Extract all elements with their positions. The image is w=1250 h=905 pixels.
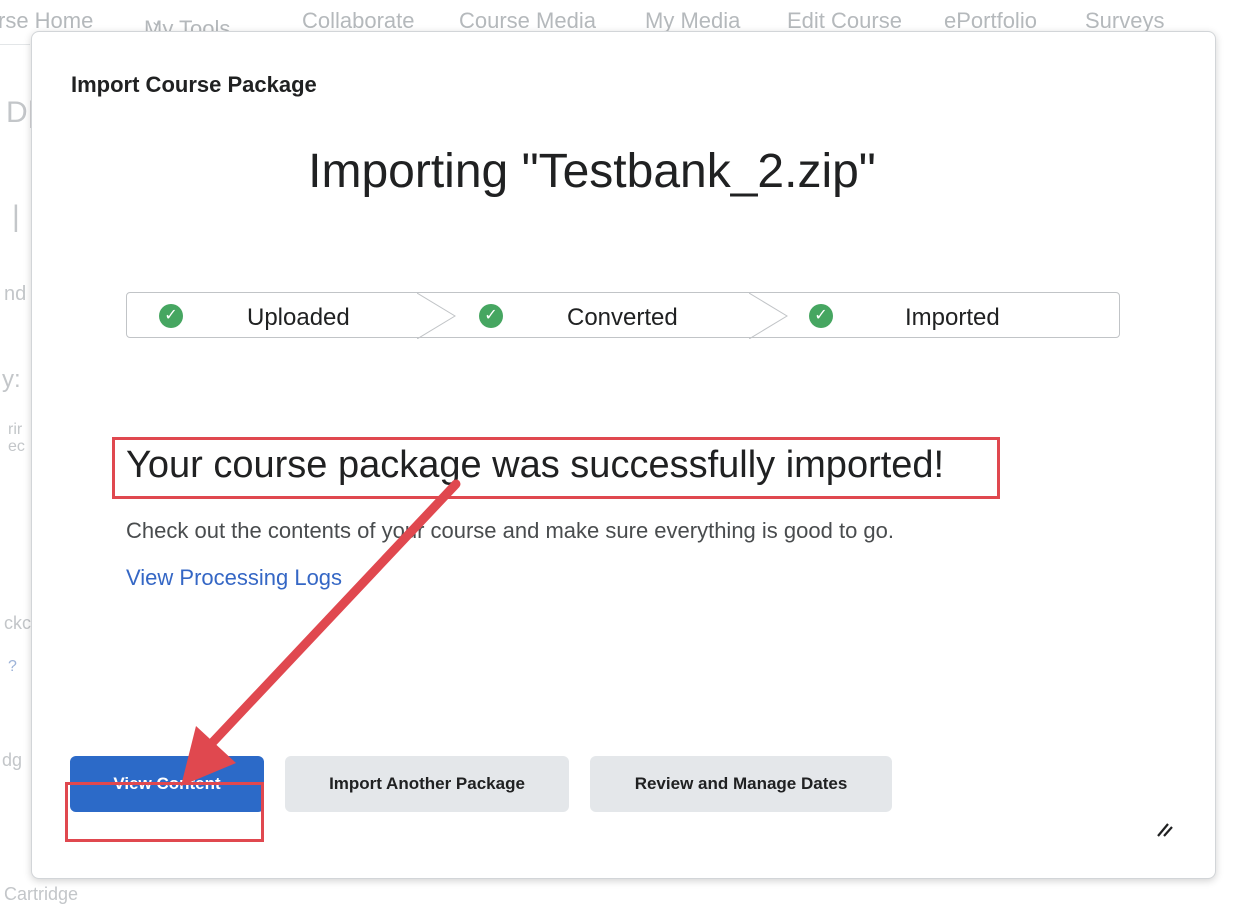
chevron-down-icon: ⌄ (150, 13, 164, 30)
annotation-highlight-box (65, 782, 264, 842)
step-separator (417, 293, 456, 339)
bg-fragment: Cartridge (4, 884, 79, 904)
review-manage-dates-button[interactable]: Review and Manage Dates (590, 756, 892, 812)
step-uploaded: ✓ Uploaded (127, 293, 457, 339)
check-icon: ✓ (809, 304, 833, 328)
bg-fragment: rir (8, 421, 23, 438)
step-converted: ✓ Converted (457, 293, 787, 339)
bg-fragment: dg (2, 750, 23, 770)
check-icon: ✓ (159, 304, 183, 328)
bg-fragment: ? (8, 658, 17, 675)
step-label: Converted (567, 304, 678, 331)
bg-fragment: ec (8, 438, 25, 455)
import-heading: Importing "Testbank_2.zip" (308, 145, 876, 198)
check-icon: ✓ (479, 304, 503, 328)
bg-fragment: | (12, 200, 20, 233)
description-text: Check out the contents of your course an… (126, 518, 895, 543)
resize-handle-icon[interactable] (1154, 818, 1174, 838)
step-imported: ✓ Imported (789, 293, 1119, 339)
dialog-title: Import Course Package (71, 72, 317, 97)
import-another-package-button[interactable]: Import Another Package (285, 756, 569, 812)
step-label: Imported (905, 304, 1000, 331)
import-course-package-dialog: Import Course Package Importing "Testban… (31, 31, 1216, 879)
step-separator (749, 293, 788, 339)
import-progress-stepper: ✓ Uploaded ✓ Converted ✓ Imported (126, 292, 1120, 339)
success-message: Your course package was successfully imp… (126, 444, 945, 486)
bg-fragment: ckc (4, 613, 31, 633)
view-processing-logs-link[interactable]: View Processing Logs (126, 565, 342, 591)
nav-divider (0, 44, 30, 45)
bg-fragment: nd (4, 283, 27, 305)
bg-fragment: y: (2, 366, 21, 393)
step-label: Uploaded (247, 304, 350, 331)
